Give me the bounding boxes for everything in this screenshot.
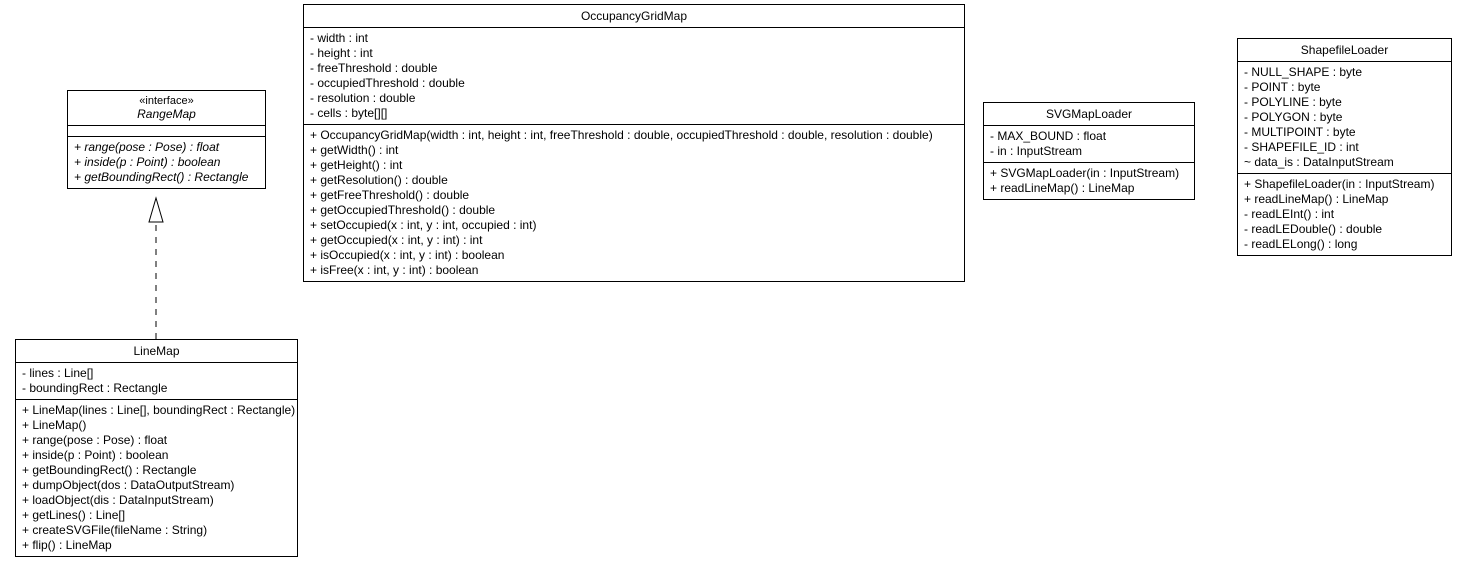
realization-arrowhead	[149, 198, 163, 222]
class-linemap: LineMap - lines : Line[] - boundingRect …	[15, 339, 298, 557]
attr: - POLYLINE : byte	[1244, 95, 1445, 110]
op: + getFreeThreshold() : double	[310, 188, 958, 203]
op: + getOccupiedThreshold() : double	[310, 203, 958, 218]
class-occupancygridmap: OccupancyGridMap - width : int - height …	[303, 4, 965, 282]
op: + getOccupied(x : int, y : int) : int	[310, 233, 958, 248]
op: + getBoundingRect() : Rectangle	[74, 170, 259, 185]
attr: - MULTIPOINT : byte	[1244, 125, 1445, 140]
op: + range(pose : Pose) : float	[22, 433, 291, 448]
op: + readLineMap() : LineMap	[1244, 192, 1445, 207]
ops-compartment: + ShapefileLoader(in : InputStream) + re…	[1238, 174, 1451, 255]
attr: - width : int	[310, 31, 958, 46]
op: + inside(p : Point) : boolean	[74, 155, 259, 170]
class-title: OccupancyGridMap	[581, 9, 687, 23]
op: + OccupancyGridMap(width : int, height :…	[310, 128, 958, 143]
class-rangemap: «interface» RangeMap + range(pose : Pose…	[67, 90, 266, 189]
op: + getWidth() : int	[310, 143, 958, 158]
attr: - MAX_BOUND : float	[990, 129, 1188, 144]
attr: - SHAPEFILE_ID : int	[1244, 140, 1445, 155]
op: + getResolution() : double	[310, 173, 958, 188]
ops-compartment: + OccupancyGridMap(width : int, height :…	[304, 125, 964, 281]
op: + flip() : LineMap	[22, 538, 291, 553]
op: + readLineMap() : LineMap	[990, 181, 1188, 196]
attr: - lines : Line[]	[22, 366, 291, 381]
op: + getHeight() : int	[310, 158, 958, 173]
attrs-compartment: - MAX_BOUND : float - in : InputStream	[984, 126, 1194, 163]
attr: - NULL_SHAPE : byte	[1244, 65, 1445, 80]
op: + inside(p : Point) : boolean	[22, 448, 291, 463]
class-title: SVGMapLoader	[1046, 107, 1132, 121]
ops-compartment: + SVGMapLoader(in : InputStream) + readL…	[984, 163, 1194, 199]
attr: - cells : byte[][]	[310, 106, 958, 121]
class-title: RangeMap	[137, 107, 196, 121]
attrs-compartment: - NULL_SHAPE : byte - POINT : byte - POL…	[1238, 62, 1451, 174]
attr: - freeThreshold : double	[310, 61, 958, 76]
attr: - in : InputStream	[990, 144, 1188, 159]
op: + range(pose : Pose) : float	[74, 140, 259, 155]
op: + isFree(x : int, y : int) : boolean	[310, 263, 958, 278]
class-title: LineMap	[133, 344, 179, 358]
class-svgmaploader: SVGMapLoader - MAX_BOUND : float - in : …	[983, 102, 1195, 200]
op: + dumpObject(dos : DataOutputStream)	[22, 478, 291, 493]
attrs-compartment: - lines : Line[] - boundingRect : Rectan…	[16, 363, 297, 400]
attr: - height : int	[310, 46, 958, 61]
class-header: OccupancyGridMap	[304, 5, 964, 28]
op: - readLEInt() : int	[1244, 207, 1445, 222]
ops-compartment: + range(pose : Pose) : float + inside(p …	[68, 137, 265, 188]
attr: - boundingRect : Rectangle	[22, 381, 291, 396]
attr: ~ data_is : DataInputStream	[1244, 155, 1445, 170]
op: + setOccupied(x : int, y : int, occupied…	[310, 218, 958, 233]
op: + getBoundingRect() : Rectangle	[22, 463, 291, 478]
op: + createSVGFile(fileName : String)	[22, 523, 291, 538]
ops-compartment: + LineMap(lines : Line[], boundingRect :…	[16, 400, 297, 556]
attr: - POLYGON : byte	[1244, 110, 1445, 125]
op: + loadObject(dis : DataInputStream)	[22, 493, 291, 508]
class-header: LineMap	[16, 340, 297, 363]
class-shapefileloader: ShapefileLoader - NULL_SHAPE : byte - PO…	[1237, 38, 1452, 256]
attr: - occupiedThreshold : double	[310, 76, 958, 91]
op: + LineMap()	[22, 418, 291, 433]
op: + getLines() : Line[]	[22, 508, 291, 523]
attr: - resolution : double	[310, 91, 958, 106]
op: - readLELong() : long	[1244, 237, 1445, 252]
attrs-compartment	[68, 126, 265, 137]
op: + ShapefileLoader(in : InputStream)	[1244, 177, 1445, 192]
class-header: ShapefileLoader	[1238, 39, 1451, 62]
class-title: ShapefileLoader	[1301, 43, 1388, 57]
op: + isOccupied(x : int, y : int) : boolean	[310, 248, 958, 263]
attr: - POINT : byte	[1244, 80, 1445, 95]
attrs-compartment: - width : int - height : int - freeThres…	[304, 28, 964, 125]
op: + SVGMapLoader(in : InputStream)	[990, 166, 1188, 181]
stereotype: «interface»	[76, 95, 257, 107]
class-header: «interface» RangeMap	[68, 91, 265, 126]
op: - readLEDouble() : double	[1244, 222, 1445, 237]
op: + LineMap(lines : Line[], boundingRect :…	[22, 403, 291, 418]
class-header: SVGMapLoader	[984, 103, 1194, 126]
